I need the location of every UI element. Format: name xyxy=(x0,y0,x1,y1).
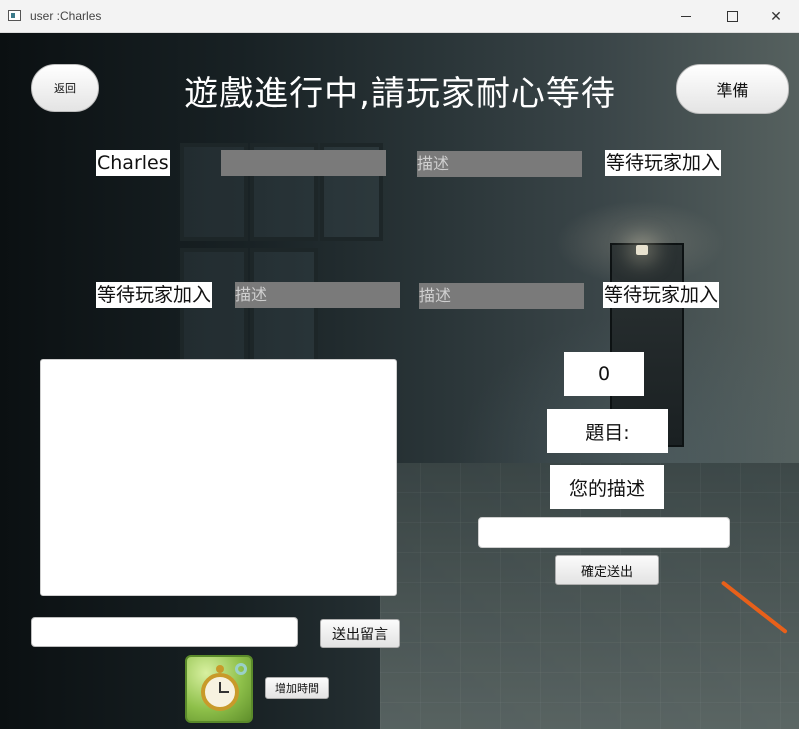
game-status-heading: 遊戲進行中,請玩家耐心等待 xyxy=(184,74,616,114)
player-slot-3-name: 等待玩家加入 xyxy=(605,150,722,176)
player-slot-5-description: 描述 xyxy=(419,283,584,309)
player-slot-1-description xyxy=(221,150,386,176)
title-bar: user :Charles ✕ xyxy=(0,0,799,33)
gear-icon xyxy=(235,663,247,675)
background-lamp xyxy=(636,245,648,255)
minimize-icon[interactable] xyxy=(663,0,709,33)
back-button[interactable]: 返回 xyxy=(31,64,99,112)
player-slot-4-name: 等待玩家加入 xyxy=(96,282,213,308)
clock-crown xyxy=(216,665,224,673)
maximize-icon[interactable] xyxy=(709,0,755,33)
player-slot-4-description: 描述 xyxy=(235,282,400,308)
add-time-button[interactable]: 增加時間 xyxy=(265,677,329,699)
app-icon xyxy=(8,10,21,21)
topic-label: 題目: xyxy=(547,409,668,453)
submit-description-button[interactable]: 確定送出 xyxy=(555,555,659,585)
score-display: 0 xyxy=(564,352,644,396)
player-slot-6-name: 等待玩家加入 xyxy=(603,282,720,308)
player-slot-2-description: 描述 xyxy=(417,151,582,177)
ready-button[interactable]: 準備 xyxy=(676,64,789,114)
send-message-button[interactable]: 送出留言 xyxy=(320,619,400,648)
chat-message-area[interactable] xyxy=(40,359,397,596)
your-description-label: 您的描述 xyxy=(550,465,664,509)
description-input[interactable] xyxy=(478,517,730,548)
close-icon[interactable]: ✕ xyxy=(753,0,799,33)
chat-input[interactable] xyxy=(31,617,298,647)
clock-face xyxy=(201,673,239,711)
window-title: user :Charles xyxy=(30,9,102,23)
player-slot-1-name: Charles xyxy=(96,150,170,176)
pocket-watch-icon xyxy=(185,655,253,723)
app-window: user :Charles ✕ 返回 遊戲進行中,請玩家耐心等待 準備 Char… xyxy=(0,0,799,729)
